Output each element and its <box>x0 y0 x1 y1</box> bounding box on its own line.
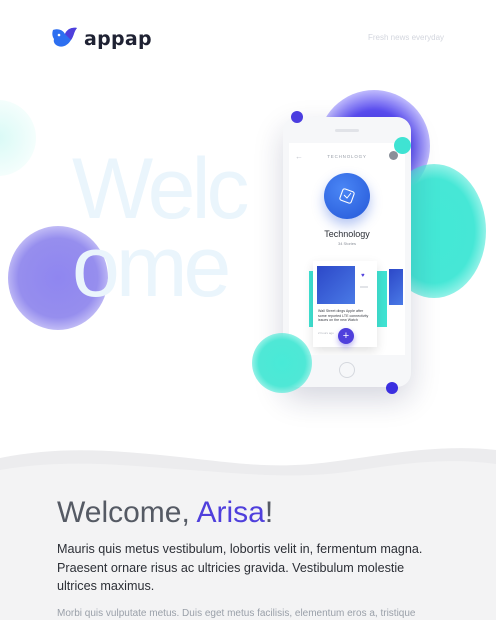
bird-logo-icon <box>52 27 77 47</box>
story-meta: 2 hours ago <box>318 331 334 335</box>
card-left-peek <box>289 263 309 329</box>
like-count <box>360 286 368 288</box>
decor-dot-purple-top <box>291 111 303 123</box>
decor-dot-purple-bottom <box>386 382 398 394</box>
phone-speaker <box>335 129 359 132</box>
welcome-heading: Welcome, Arisa! <box>57 496 273 530</box>
heart-icon[interactable]: ♥ <box>361 273 365 279</box>
decor-circle-teal-bottom <box>252 333 312 393</box>
home-button <box>339 362 355 378</box>
intro-paragraph: Mauris quis metus vestibulum, lobortis v… <box>57 542 423 593</box>
story-image <box>317 266 355 304</box>
card-right-peek <box>387 263 405 349</box>
category-badge[interactable] <box>324 173 370 219</box>
hero-section: Welc ome <box>0 80 496 460</box>
tagline: Fresh news everyday <box>368 33 445 42</box>
header: appap Fresh news everyday <box>0 0 496 80</box>
story-text: Wall Street dings Apple after some repor… <box>318 309 369 323</box>
watermark-line-1: Welc <box>72 141 250 237</box>
category-title: Technology <box>324 229 370 239</box>
user-name: Arisa <box>196 496 265 529</box>
category-count: 34 Stories <box>337 241 356 246</box>
watermark-line-2: ome <box>72 219 231 315</box>
decor-circle-teal-left <box>0 100 36 176</box>
body-paragraph: Morbi quis vulputate metus. Duis eget me… <box>57 608 416 619</box>
welcome-prefix: Welcome, <box>57 496 197 529</box>
phone-screen: ← TECHNOLOGY Technology 34 Stories ♥ Wal… <box>289 143 405 355</box>
brand-name[interactable]: appap <box>84 28 152 50</box>
add-button[interactable]: + <box>338 328 354 344</box>
screen-title: TECHNOLOGY <box>327 154 367 159</box>
welcome-suffix: ! <box>264 496 274 529</box>
chip-icon <box>339 188 355 204</box>
decor-dot-teal <box>394 137 411 154</box>
hero-watermark: Welc ome <box>72 141 250 315</box>
